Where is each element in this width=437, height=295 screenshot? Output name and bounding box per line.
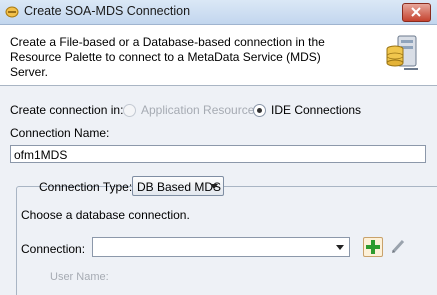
radio-application-resources (123, 104, 136, 117)
title-bar[interactable]: Create SOA-MDS Connection (0, 0, 437, 25)
dialog-window: Create SOA-MDS Connection Create a File-… (0, 0, 437, 295)
pencil-icon (391, 239, 405, 254)
close-button[interactable] (402, 3, 431, 22)
chevron-down-icon (336, 245, 344, 250)
plus-icon (366, 240, 380, 254)
application-resources-label: Application Resources (141, 103, 261, 117)
connection-type-label: Connection Type: (39, 180, 133, 194)
connection-name-input[interactable]: ofm1MDS (10, 145, 426, 163)
ide-connections-label[interactable]: IDE Connections (271, 103, 361, 117)
edit-connection-button[interactable] (389, 237, 409, 257)
oracle-connection-icon (5, 6, 19, 18)
window-title: Create SOA-MDS Connection (24, 4, 191, 18)
dialog-header: Create a File-based or a Database-based … (0, 25, 437, 86)
chevron-down-icon (210, 184, 218, 189)
connection-type-value: DB Based MDS (137, 180, 222, 194)
user-name-label: User Name: (50, 271, 109, 283)
connection-name-label: Connection Name: (10, 126, 110, 140)
choose-db-text: Choose a database connection. (21, 208, 190, 222)
header-description: Create a File-based or a Database-based … (10, 35, 325, 79)
create-in-label: Create connection in: (10, 103, 124, 117)
add-connection-button[interactable] (363, 237, 383, 257)
radio-ide-connections[interactable] (253, 104, 266, 117)
connection-type-select[interactable]: DB Based MDS (132, 176, 224, 196)
connection-select[interactable] (92, 237, 350, 257)
close-icon (411, 7, 421, 17)
dialog-content: Create connection in: Application Resour… (0, 86, 437, 295)
connection-label: Connection: (21, 242, 86, 256)
database-server-icon (386, 35, 418, 70)
